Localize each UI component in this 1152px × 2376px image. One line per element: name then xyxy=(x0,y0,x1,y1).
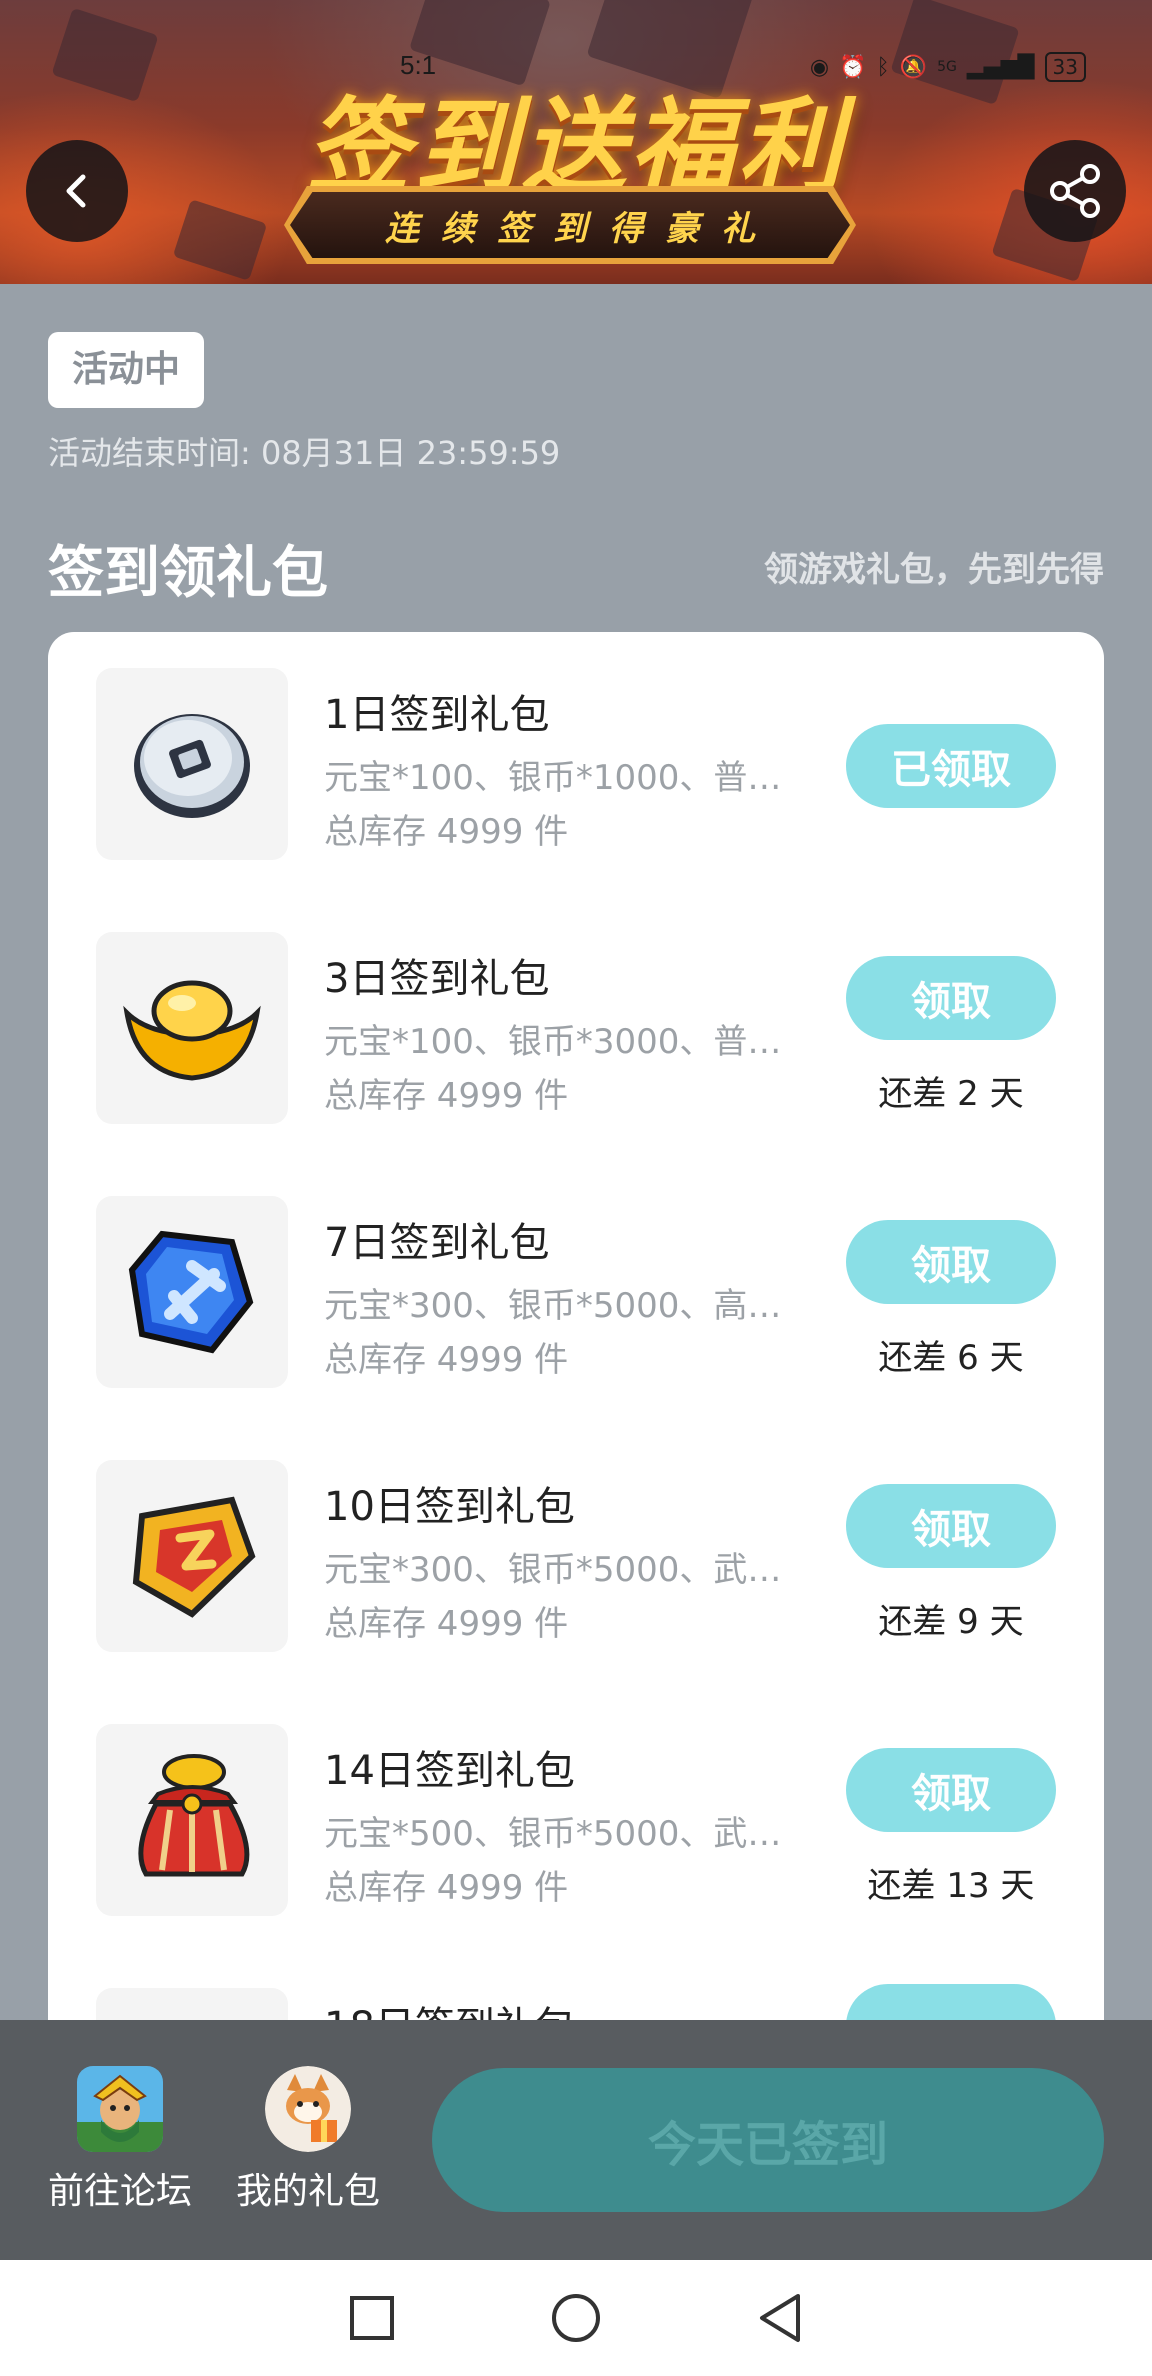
claim-button[interactable]: 领取 xyxy=(846,1748,1056,1832)
home-button[interactable] xyxy=(544,2286,608,2350)
gift-name: 3日签到礼包 xyxy=(324,956,550,1002)
my-gifts-label: 我的礼包 xyxy=(235,2171,380,2212)
claimed-button[interactable]: 已领取 xyxy=(846,724,1056,808)
token-icon xyxy=(132,1496,256,1618)
section-hint: 领游戏礼包，先到先得 xyxy=(764,550,1104,590)
gift-thumbnail xyxy=(96,1460,288,1652)
gift-list[interactable]: 1日签到礼包 元宝*100、银币*1000、普… 总库存 4999 件 已领取 … xyxy=(48,632,1104,2022)
forum-icon xyxy=(77,2066,163,2152)
days-remaining: 还差 6 天 xyxy=(878,1338,1024,1378)
gift-thumbnail xyxy=(96,1196,288,1388)
gift-row: 1日签到礼包 元宝*100、银币*1000、普… 总库存 4999 件 已领取 xyxy=(48,668,1104,862)
activity-status-badge: 活动中 xyxy=(48,332,205,408)
gift-description: 元宝*100、银币*1000、普… xyxy=(324,758,782,798)
gift-thumbnail xyxy=(96,932,288,1124)
gift-description: 元宝*500、银币*5000、武… xyxy=(324,1814,782,1854)
coin-icon xyxy=(134,714,250,818)
forum-shortcut[interactable]: 前往论坛 xyxy=(40,2066,200,2214)
blue-gem-icon xyxy=(128,1230,254,1354)
back-button[interactable] xyxy=(26,140,128,242)
bottom-action-bar: 前往论坛 我的礼包 今天已签到 xyxy=(0,2020,1152,2260)
banner-subtitle: 连续签到得豪礼 xyxy=(290,192,850,258)
gift-name: 10日签到礼包 xyxy=(324,1484,575,1530)
gift-description: 元宝*300、银币*5000、高… xyxy=(324,1286,782,1326)
gift-stock: 总库存 4999 件 xyxy=(324,812,569,852)
share-icon xyxy=(1050,164,1100,218)
checkin-button[interactable]: 今天已签到 xyxy=(432,2068,1104,2212)
claim-button[interactable] xyxy=(846,1984,1056,2022)
gift-stock: 总库存 4999 件 xyxy=(324,1340,569,1380)
banner-subtitle-text: 连续签到得豪礼 xyxy=(385,208,777,249)
section-title: 签到领礼包 xyxy=(48,541,328,606)
days-remaining: 还差 9 天 xyxy=(878,1602,1024,1642)
circle-icon xyxy=(552,2294,600,2342)
gift-thumbnail xyxy=(96,1724,288,1916)
gift-thumbnail xyxy=(96,668,288,860)
gift-thumbnail xyxy=(96,1988,288,2022)
gift-stock: 总库存 4999 件 xyxy=(324,1868,569,1908)
gift-row: 3日签到礼包 元宝*100、银币*3000、普… 总库存 4999 件 领取 还… xyxy=(48,932,1104,1126)
treasure-bag-icon xyxy=(138,1754,250,1877)
header-banner: 5:1 ◉ ⏰ ᛒ 🔕 5G ▂▄▆█ 33 签到送福利 连续签到得豪礼 xyxy=(0,0,1152,284)
recent-apps-button[interactable] xyxy=(340,2286,404,2350)
triangle-back-icon xyxy=(760,2294,800,2342)
activity-end-time: 活动结束时间: 08月31日 23:59:59 xyxy=(48,434,561,472)
gift-description: 元宝*300、银币*5000、武… xyxy=(324,1550,782,1590)
gift-row: 10日签到礼包 元宝*300、银币*5000、武… 总库存 4999 件 领取 … xyxy=(48,1460,1104,1654)
claim-button[interactable]: 领取 xyxy=(846,956,1056,1040)
gift-row: 14日签到礼包 元宝*500、银币*5000、武… 总库存 4999 件 领取 … xyxy=(48,1724,1104,1918)
share-button[interactable] xyxy=(1024,140,1126,242)
chevron-left-icon xyxy=(66,174,86,208)
gift-description: 元宝*100、银币*3000、普… xyxy=(324,1022,782,1062)
claim-button[interactable]: 领取 xyxy=(846,1484,1056,1568)
gift-stock: 总库存 4999 件 xyxy=(324,1076,569,1116)
days-remaining: 还差 13 天 xyxy=(867,1866,1035,1906)
gift-row: 7日签到礼包 元宝*300、银币*5000、高… 总库存 4999 件 领取 还… xyxy=(48,1196,1104,1390)
gift-row: 18日签到礼包 xyxy=(48,1984,1104,2022)
square-icon xyxy=(350,2296,394,2340)
my-gifts-icon xyxy=(265,2066,351,2152)
gift-stock: 总库存 4999 件 xyxy=(324,1604,569,1644)
my-gifts-shortcut[interactable]: 我的礼包 xyxy=(228,2066,388,2214)
claim-button[interactable]: 领取 xyxy=(846,1220,1056,1304)
gift-name: 7日签到礼包 xyxy=(324,1220,550,1266)
days-remaining: 还差 2 天 xyxy=(878,1074,1024,1114)
gold-ingot-icon xyxy=(123,980,261,1081)
back-nav-button[interactable] xyxy=(748,2286,812,2350)
forum-label: 前往论坛 xyxy=(47,2171,192,2212)
system-nav-bar xyxy=(0,2260,1152,2376)
gift-name: 18日签到礼包 xyxy=(324,1994,575,2022)
gift-name: 1日签到礼包 xyxy=(324,692,550,738)
gift-name: 14日签到礼包 xyxy=(324,1748,575,1794)
